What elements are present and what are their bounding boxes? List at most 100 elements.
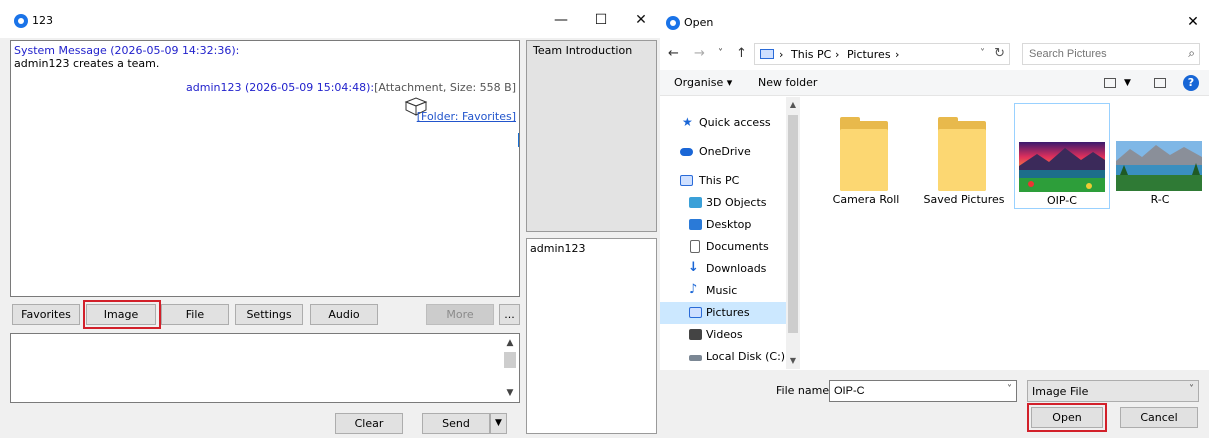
more-button[interactable]: More: [426, 304, 494, 325]
computer-icon: [680, 175, 693, 186]
tree-item-videos[interactable]: Videos: [660, 324, 786, 346]
image-thumbnail: [1116, 141, 1202, 191]
pc-icon: [760, 49, 774, 59]
document-icon: [690, 240, 700, 253]
up-folder-icon[interactable]: ↑: [736, 46, 747, 61]
team-introduction-label: Team Introduction: [533, 44, 633, 57]
minimize-button[interactable]: —: [546, 8, 576, 32]
scroll-thumb[interactable]: [788, 115, 798, 333]
organise-menu[interactable]: Organise ▾: [674, 76, 732, 89]
help-icon[interactable]: ?: [1183, 75, 1199, 91]
back-icon[interactable]: ←: [668, 46, 679, 61]
breadcrumb-sep: ›: [835, 48, 840, 61]
dialog-app-icon: [666, 16, 680, 30]
file-item-oip-c[interactable]: OIP-C: [1014, 103, 1110, 209]
forward-icon[interactable]: →: [694, 46, 705, 61]
breadcrumb-pictures[interactable]: Pictures: [847, 48, 891, 61]
close-button[interactable]: ✕: [626, 8, 656, 32]
search-box[interactable]: ⌕: [1022, 43, 1200, 65]
file-item-r-c[interactable]: R-C: [1112, 103, 1208, 209]
chat-title: 123: [32, 14, 53, 27]
chevron-down-icon: ˅: [1189, 384, 1194, 395]
tree-label: Desktop: [706, 218, 752, 231]
file-name-input[interactable]: [830, 381, 996, 401]
view-dropdown-icon[interactable]: ▼: [1124, 78, 1131, 88]
address-bar[interactable]: › This PC › Pictures › ˅ ↻: [754, 43, 1010, 65]
tree-label: Documents: [706, 240, 769, 253]
tree-item-local-disk[interactable]: Local Disk (C:): [660, 346, 786, 368]
tree-item-desktop[interactable]: Desktop: [660, 214, 786, 236]
settings-button[interactable]: Settings: [235, 304, 303, 325]
file-label: Camera Roll: [832, 193, 900, 206]
message-sender: admin123 (2026-05-09 15:04:48):: [186, 81, 375, 94]
scroll-up-icon[interactable]: ▲: [786, 100, 800, 109]
tree-label: Pictures: [706, 306, 750, 319]
app-logo-icon: [14, 14, 28, 28]
clear-button[interactable]: Clear: [335, 413, 403, 434]
message-attachment: [Attachment, Size: 558 B]: [374, 81, 516, 94]
member-list[interactable]: admin123: [526, 238, 657, 434]
chevron-down-icon[interactable]: ˅: [1007, 384, 1012, 395]
navigation-pane[interactable]: ★ Quick access OneDrive This PC 3D Objec…: [660, 97, 800, 369]
image-button-highlight: [83, 300, 161, 329]
scroll-down-icon[interactable]: ▼: [786, 356, 800, 365]
file-name-combobox[interactable]: ˅: [829, 380, 1017, 402]
send-button[interactable]: Send: [422, 413, 490, 434]
file-name-label: File name:: [776, 384, 833, 397]
new-folder-button[interactable]: New folder: [758, 76, 817, 89]
file-button[interactable]: File: [161, 304, 229, 325]
preview-pane-icon[interactable]: [1154, 78, 1166, 88]
file-label: Saved Pictures: [923, 193, 1005, 206]
system-message-header: System Message (2026-05-09 14:32:36):: [14, 44, 240, 57]
command-bar: Organise ▾ New folder ▼ ?: [660, 70, 1209, 96]
video-icon: [689, 329, 702, 340]
tree-label: Local Disk (C:): [706, 350, 786, 363]
star-icon: ★: [682, 115, 693, 129]
tree-label: OneDrive: [699, 145, 751, 158]
file-item-camera-roll[interactable]: Camera Roll: [818, 103, 914, 209]
breadcrumb-this-pc[interactable]: This PC: [791, 48, 831, 61]
address-dropdown-icon[interactable]: ˅: [980, 48, 985, 59]
tree-label: Music: [706, 284, 738, 297]
desktop-icon: [689, 219, 702, 230]
tree-item-onedrive[interactable]: OneDrive: [660, 141, 786, 163]
scroll-thumb[interactable]: [504, 352, 516, 368]
breadcrumb-sep: ›: [895, 48, 900, 61]
scroll-up-icon[interactable]: ▲: [503, 336, 517, 350]
member-item[interactable]: admin123: [530, 242, 585, 255]
tree-item-pictures[interactable]: Pictures: [660, 302, 786, 324]
send-dropdown-button[interactable]: ▼: [490, 413, 507, 434]
text-caret: [518, 133, 519, 147]
view-options-icon[interactable]: [1104, 78, 1116, 88]
dialog-close-button[interactable]: ✕: [1183, 12, 1203, 32]
maximize-button[interactable]: ☐: [586, 8, 616, 32]
scroll-down-icon[interactable]: ▼: [503, 386, 517, 400]
file-type-value: Image File: [1032, 385, 1089, 398]
audio-button[interactable]: Audio: [310, 304, 378, 325]
tree-label: Downloads: [706, 262, 767, 275]
tree-item-quick-access[interactable]: ★ Quick access: [660, 112, 786, 134]
refresh-icon[interactable]: ↻: [994, 46, 1005, 61]
file-type-select[interactable]: Image File ˅: [1027, 380, 1199, 402]
download-icon: ↓: [688, 260, 699, 275]
search-input[interactable]: [1023, 44, 1173, 64]
tree-item-music[interactable]: ♪ Music: [660, 280, 786, 302]
message-input[interactable]: ▲ ▼: [10, 333, 520, 403]
tree-label: Quick access: [699, 116, 771, 129]
folder-favorites-link[interactable]: [Folder: Favorites]: [417, 110, 516, 123]
tree-label: 3D Objects: [706, 196, 767, 209]
tree-item-documents[interactable]: Documents: [660, 236, 786, 258]
tree-item-3d-objects[interactable]: 3D Objects: [660, 192, 786, 214]
tree-item-this-pc[interactable]: This PC: [660, 170, 786, 192]
favorites-button[interactable]: Favorites: [12, 304, 80, 325]
chat-titlebar: 123 — ☐ ✕: [0, 0, 660, 38]
cancel-button[interactable]: Cancel: [1120, 407, 1198, 428]
input-scrollbar[interactable]: ▲ ▼: [503, 336, 517, 400]
file-list[interactable]: Camera Roll Saved Pictures OIP-C R-C: [802, 97, 1209, 369]
message-history[interactable]: System Message (2026-05-09 14:32:36): ad…: [10, 40, 520, 297]
recent-locations-icon[interactable]: ˅: [718, 48, 723, 59]
navigation-scrollbar[interactable]: ▲ ▼: [786, 97, 800, 369]
more-options-button[interactable]: ...: [499, 304, 520, 325]
file-item-saved-pictures[interactable]: Saved Pictures: [916, 103, 1012, 209]
tree-item-downloads[interactable]: ↓ Downloads: [660, 258, 786, 280]
